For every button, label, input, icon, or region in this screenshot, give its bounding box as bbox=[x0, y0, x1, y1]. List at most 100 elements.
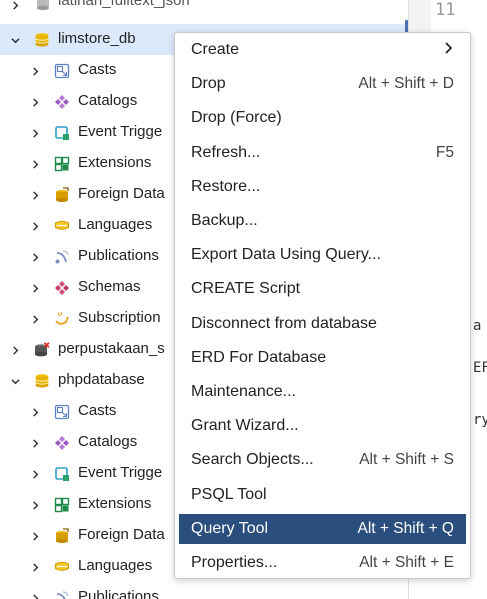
tree-node-label: Publications bbox=[78, 247, 159, 264]
chevron-right-icon[interactable] bbox=[30, 311, 40, 327]
chevron-right-icon[interactable] bbox=[30, 63, 40, 79]
menu-item-label: ERD For Database bbox=[191, 348, 327, 366]
menu-item-label: Drop bbox=[191, 75, 226, 93]
menu-item-label: PSQL Tool bbox=[191, 485, 267, 503]
chevron-right-icon[interactable] bbox=[10, 342, 20, 358]
casts-icon bbox=[53, 403, 70, 420]
editor-gutter bbox=[409, 0, 431, 34]
extensions-icon bbox=[53, 155, 70, 172]
menu-item-label: Maintenance... bbox=[191, 383, 296, 400]
menu-item-refresh[interactable]: Refresh... F5 bbox=[179, 138, 466, 168]
menu-item-export-data-using-query[interactable]: Export Data Using Query... bbox=[179, 240, 466, 270]
chevron-right-icon[interactable] bbox=[30, 466, 40, 482]
tree-node-label: Catalogs bbox=[78, 92, 138, 109]
chevron-right-icon[interactable] bbox=[30, 156, 40, 172]
editor-text-fragment: ry bbox=[473, 412, 487, 428]
chevron-right-icon[interactable] bbox=[30, 497, 40, 513]
chevron-right-icon[interactable] bbox=[10, 0, 20, 13]
menu-item-properties[interactable]: Properties... Alt + Shift + E bbox=[179, 548, 466, 578]
menu-item-label: Disconnect from database bbox=[191, 314, 377, 332]
chevron-right-icon[interactable] bbox=[30, 559, 40, 575]
database-icon bbox=[34, 0, 51, 12]
tree-node-label: Languages bbox=[78, 216, 153, 233]
tree-row-top-partial[interactable]: latihan_fulltext_json bbox=[0, 0, 408, 17]
catalogs-icon bbox=[53, 434, 70, 451]
context-menu: Create Drop Alt + Shift + D Drop (Force) Ref… bbox=[174, 32, 471, 579]
tree-node[interactable]: Publications bbox=[0, 582, 408, 599]
menu-item-label: Query Tool bbox=[191, 519, 269, 537]
menu-item-label: Export Data Using Query... bbox=[191, 246, 381, 264]
tree-node-label: Schemas bbox=[78, 278, 141, 295]
editor-text-fragment: a ( bbox=[473, 318, 487, 334]
line-number: 11 bbox=[435, 0, 456, 20]
tree-node-label: Casts bbox=[78, 402, 117, 419]
tree-node-label: Catalogs bbox=[78, 433, 138, 450]
catalogs-icon bbox=[53, 93, 70, 110]
chevron-right-icon[interactable] bbox=[30, 249, 40, 265]
tree-node-label: Publications bbox=[78, 588, 159, 599]
chevron-right-icon[interactable] bbox=[30, 590, 40, 599]
menu-item-drop[interactable]: Drop Alt + Shift + D bbox=[179, 69, 466, 99]
event-trigger-icon bbox=[53, 124, 70, 141]
chevron-right-icon[interactable] bbox=[30, 435, 40, 451]
menu-item-query-tool[interactable]: Query Tool Alt + Shift + Q bbox=[179, 513, 466, 544]
event-trigger-icon bbox=[53, 465, 70, 482]
menu-item-shortcut: Alt + Shift + Q bbox=[357, 519, 455, 537]
submenu-arrow-icon bbox=[444, 41, 454, 59]
menu-item-grant-wizard[interactable]: Grant Wizard... bbox=[179, 411, 466, 441]
tree-node-label: Casts bbox=[78, 61, 117, 78]
tree-node-label: Subscription bbox=[78, 309, 161, 326]
languages-icon bbox=[53, 558, 70, 575]
casts-icon bbox=[53, 62, 70, 79]
publications-icon bbox=[53, 589, 70, 599]
subscriptions-icon bbox=[53, 310, 70, 327]
menu-item-label: Restore... bbox=[191, 177, 261, 195]
chevron-down-icon[interactable] bbox=[10, 32, 20, 48]
languages-icon bbox=[53, 217, 70, 234]
chevron-right-icon[interactable] bbox=[30, 94, 40, 110]
schemas-icon bbox=[53, 279, 70, 296]
menu-item-backup[interactable]: Backup... bbox=[179, 206, 466, 236]
tree-node-label: Extensions bbox=[78, 495, 152, 512]
editor-text-fragment: EF bbox=[473, 360, 487, 376]
menu-item-shortcut: F5 bbox=[435, 143, 454, 161]
database-disconnected-icon bbox=[33, 341, 50, 358]
tree-node-label: Event Trigge bbox=[78, 464, 163, 481]
menu-item-drop-force[interactable]: Drop (Force) bbox=[179, 103, 466, 133]
menu-item-label: Properties... bbox=[191, 554, 278, 571]
menu-item-maintenance[interactable]: Maintenance... bbox=[179, 377, 466, 407]
menu-item-label: Create bbox=[191, 41, 240, 58]
chevron-right-icon[interactable] bbox=[30, 125, 40, 141]
menu-item-shortcut: Alt + Shift + D bbox=[358, 75, 454, 93]
chevron-right-icon[interactable] bbox=[30, 280, 40, 296]
menu-item-create[interactable]: Create bbox=[179, 35, 466, 65]
chevron-right-icon[interactable] bbox=[30, 404, 40, 420]
chevron-right-icon[interactable] bbox=[30, 218, 40, 234]
menu-item-label: Grant Wizard... bbox=[191, 417, 299, 435]
menu-item-label: Backup... bbox=[191, 212, 258, 229]
menu-item-label: Search Objects... bbox=[191, 451, 314, 469]
menu-item-psql-tool[interactable]: PSQL Tool bbox=[179, 480, 466, 510]
database-icon bbox=[33, 31, 50, 48]
menu-item-label: Drop (Force) bbox=[191, 109, 282, 127]
tree-node-label: perpustakaan_s bbox=[58, 340, 165, 357]
menu-item-label: Refresh... bbox=[191, 143, 261, 161]
menu-item-restore[interactable]: Restore... bbox=[179, 172, 466, 202]
menu-item-shortcut: Alt + Shift + S bbox=[359, 451, 454, 469]
chevron-right-icon[interactable] bbox=[30, 187, 40, 203]
tree-node-label: Foreign Data bbox=[78, 185, 165, 202]
chevron-right-icon[interactable] bbox=[30, 528, 40, 544]
foreign-data-icon bbox=[53, 527, 70, 544]
chevron-down-icon[interactable] bbox=[10, 373, 20, 389]
tree-node-label: Foreign Data bbox=[78, 526, 165, 543]
menu-item-disconnect-from-database[interactable]: Disconnect from database bbox=[179, 309, 466, 339]
menu-item-search-objects[interactable]: Search Objects... Alt + Shift + S bbox=[179, 445, 466, 475]
menu-item-label: CREATE Script bbox=[191, 280, 301, 298]
tree-node-label: Languages bbox=[78, 557, 153, 574]
menu-item-shortcut: Alt + Shift + E bbox=[359, 554, 454, 571]
menu-item-create-script[interactable]: CREATE Script bbox=[179, 274, 466, 304]
extensions-icon bbox=[53, 496, 70, 513]
tree-node-label: Extensions bbox=[78, 154, 152, 171]
menu-item-erd-for-database[interactable]: ERD For Database bbox=[179, 343, 466, 373]
tree-node-label: Event Trigge bbox=[78, 123, 163, 140]
